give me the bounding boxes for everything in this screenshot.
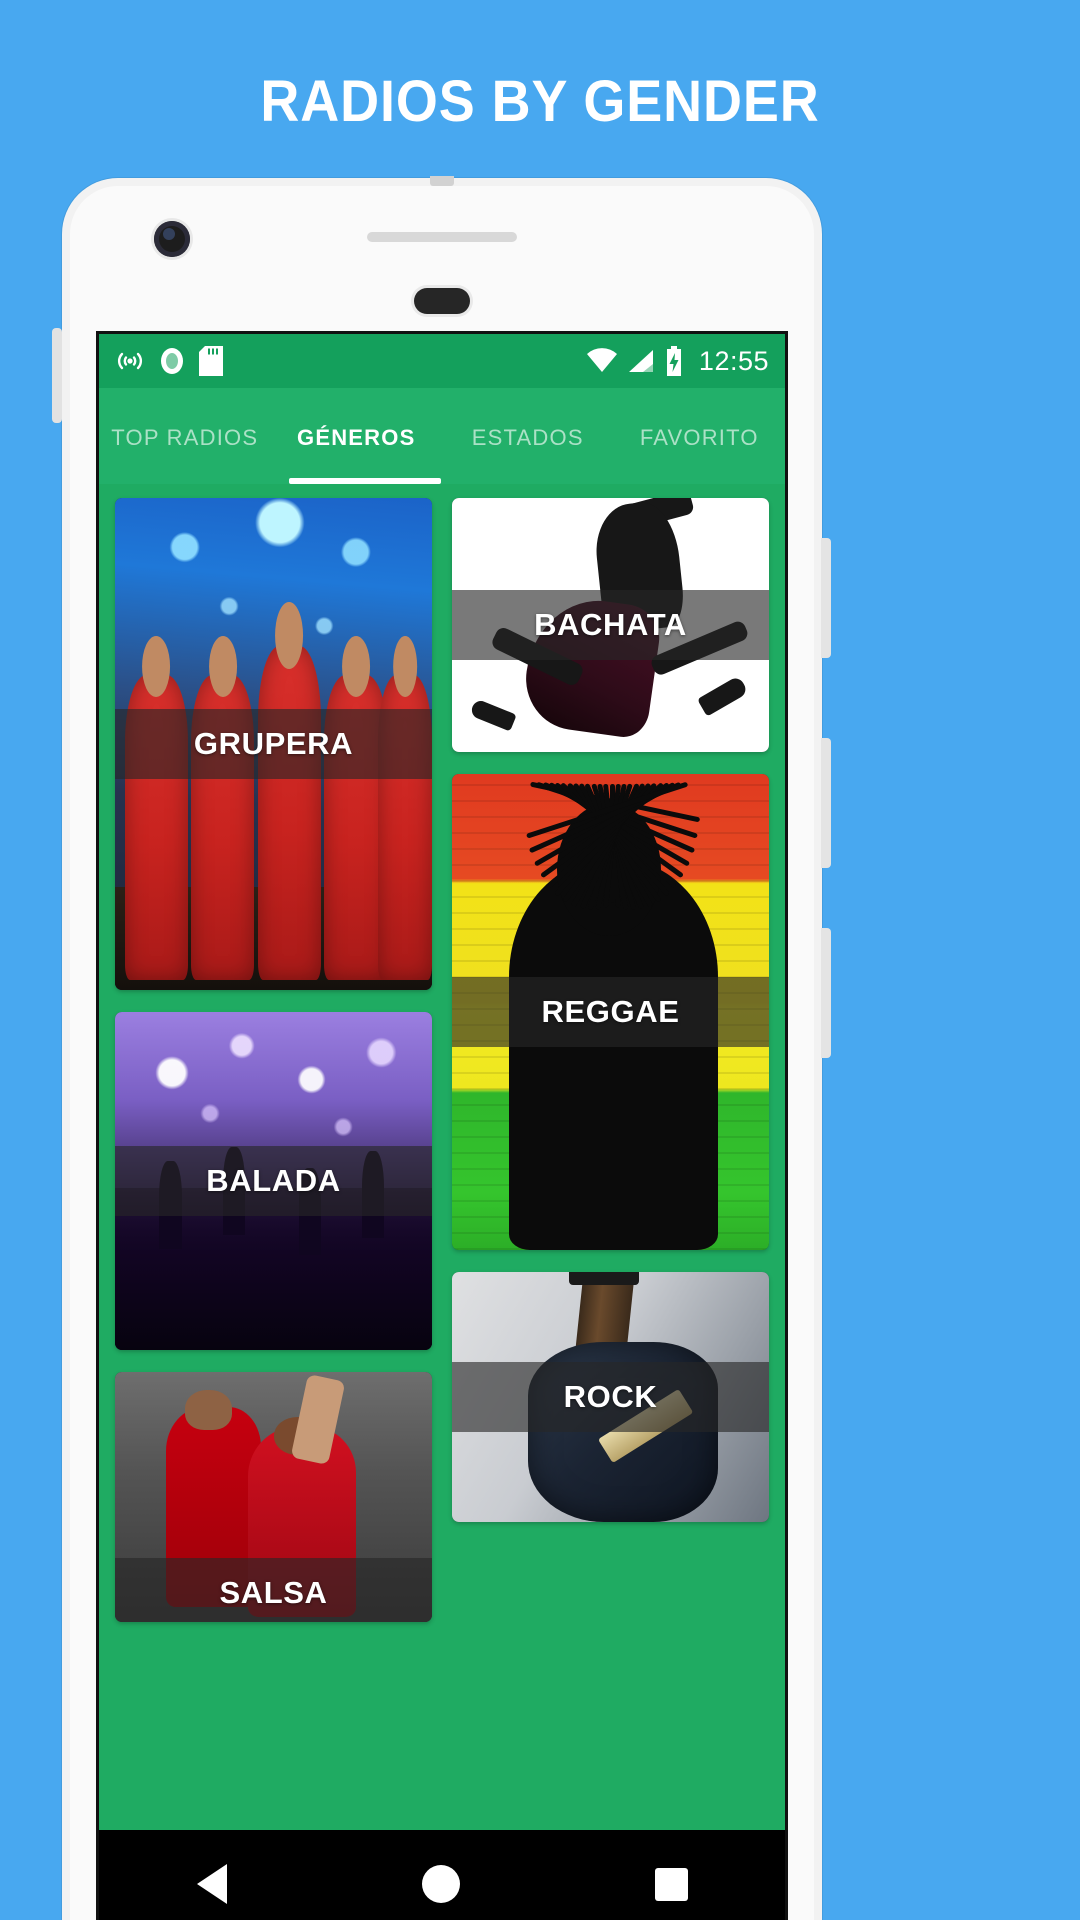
status-bar-left-icons [115, 346, 223, 376]
tab-bar: TOP RADIOS GÉNEROS ESTADOS FAVORITO [99, 388, 785, 484]
status-bar: 12:55 [99, 334, 785, 388]
genre-card-bachata[interactable]: BACHATA [452, 498, 769, 752]
front-camera-icon [154, 221, 190, 257]
genre-card-label: SALSA [115, 1558, 432, 1622]
sd-card-icon [199, 346, 223, 376]
tab-favorito[interactable]: FAVORITO [614, 421, 786, 451]
phone-right-button-3[interactable] [821, 928, 831, 1058]
tab-active-indicator [289, 478, 441, 484]
genre-card-rock[interactable]: ROCK [452, 1272, 769, 1522]
phone-left-button[interactable] [52, 328, 62, 423]
tab-generos[interactable]: GÉNEROS [271, 421, 443, 451]
genre-card-label: BALADA [115, 1146, 432, 1216]
genre-card-grupera[interactable]: GRUPERA [115, 498, 432, 990]
cast-icon [117, 352, 143, 370]
tab-top-radios[interactable]: TOP RADIOS [99, 421, 271, 451]
status-bar-clock: 12:55 [698, 345, 769, 376]
genre-grid-right-column: BACHATA REGGAE ROCK [452, 498, 769, 1622]
phone-right-button-2[interactable] [821, 738, 831, 868]
phone-top-notch [430, 176, 454, 186]
wifi-icon [586, 348, 617, 372]
recents-square-icon[interactable] [654, 1867, 688, 1901]
signal-icon [628, 350, 653, 372]
page-title: RADIOS BY GENDER [260, 69, 820, 134]
back-triangle-icon[interactable] [196, 1864, 227, 1904]
genre-grid: GRUPERA BALADA SALSA BACHATA REGGAE ROCK [99, 484, 785, 1622]
earpiece-speaker [367, 232, 517, 242]
genre-card-label: REGGAE [452, 977, 769, 1047]
phone-mockup: 12:55 TOP RADIOS GÉNEROS ESTADOS FAVORIT… [52, 176, 831, 1920]
home-button[interactable] [414, 288, 470, 314]
phone-right-button-1[interactable] [821, 538, 831, 658]
battery-charging-icon [666, 346, 681, 376]
genre-card-label: BACHATA [452, 590, 769, 660]
genre-grid-left-column: GRUPERA BALADA SALSA [115, 498, 432, 1622]
genre-card-balada[interactable]: BALADA [115, 1012, 432, 1350]
home-circle-icon[interactable] [421, 1865, 460, 1903]
status-bar-right-icons: 12:55 [586, 346, 769, 377]
record-dot-icon [161, 348, 183, 374]
phone-screen: 12:55 TOP RADIOS GÉNEROS ESTADOS FAVORIT… [96, 331, 788, 1920]
genre-card-reggae[interactable]: REGGAE [452, 774, 769, 1250]
genre-card-label: GRUPERA [115, 709, 432, 779]
genre-card-label: ROCK [452, 1362, 769, 1432]
android-navigation-bar [96, 1830, 788, 1920]
genre-card-salsa[interactable]: SALSA [115, 1372, 432, 1622]
tab-estados[interactable]: ESTADOS [442, 421, 614, 451]
